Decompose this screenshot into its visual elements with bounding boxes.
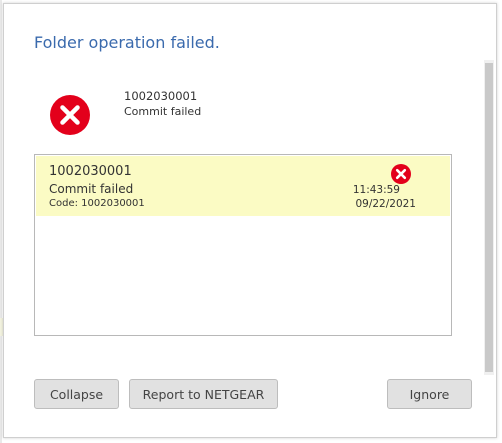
error-circle-x-icon xyxy=(390,163,412,185)
dialog-scrollbar[interactable] xyxy=(484,60,494,375)
error-item-code: Code: 1002030001 xyxy=(49,198,145,209)
background-window-edge xyxy=(0,0,2,443)
error-circle-x-icon xyxy=(50,95,90,135)
summary-error-id: 1002030001 xyxy=(124,89,198,103)
error-item-id: 1002030001 xyxy=(49,164,132,179)
ignore-button[interactable]: Ignore xyxy=(387,379,472,409)
collapse-button[interactable]: Collapse xyxy=(34,379,119,409)
page: Folder operation failed. 1002030001 Comm… xyxy=(0,0,502,443)
error-item-time: 11:43:59 xyxy=(352,184,400,196)
error-details-list[interactable]: 1002030001 Commit failed Code: 100203000… xyxy=(34,154,452,336)
error-item-message: Commit failed xyxy=(49,182,134,196)
error-dialog: Folder operation failed. 1002030001 Comm… xyxy=(3,3,497,438)
dialog-title: Folder operation failed. xyxy=(34,33,220,52)
report-to-netgear-button[interactable]: Report to NETGEAR xyxy=(129,379,278,409)
scrollbar-thumb[interactable] xyxy=(485,63,493,372)
summary-error-message: Commit failed xyxy=(124,105,202,118)
error-item-date: 09/22/2021 xyxy=(355,198,416,210)
error-list-item[interactable]: 1002030001 Commit failed Code: 100203000… xyxy=(36,156,450,216)
